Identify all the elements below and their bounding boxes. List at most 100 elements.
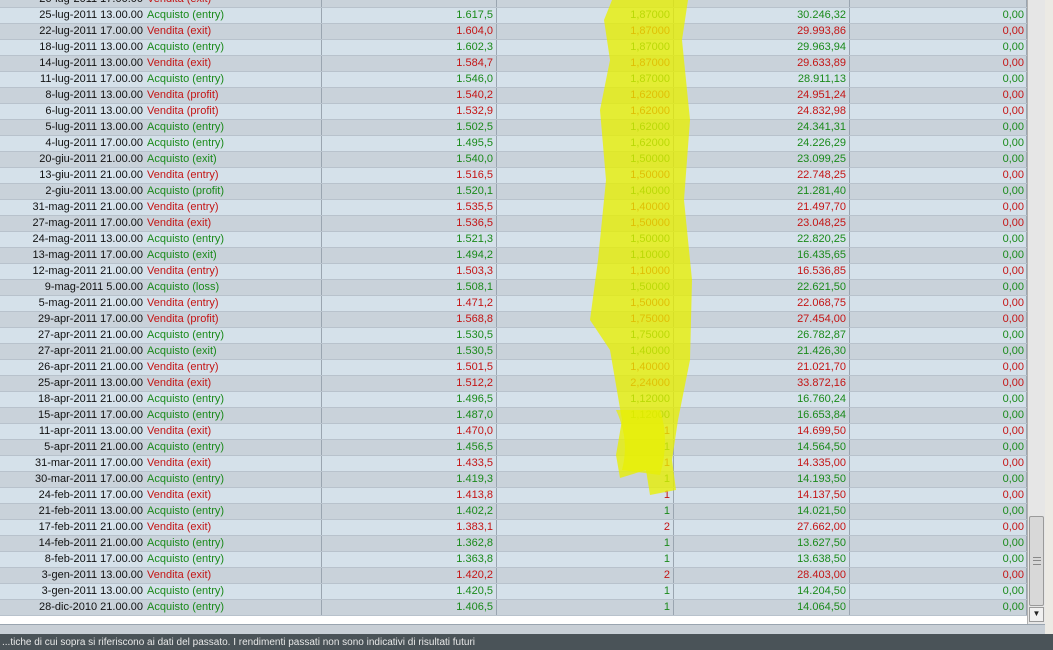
table-row[interactable]: 4-lug-2011 17.00.00 Acquisto (entry) 1.495… [0,136,1027,152]
table-row[interactable]: 31-mag-2011 21.00.00 Vendita (entry) 1.535… [0,200,1027,216]
cell-value: 33.872,16 [674,376,850,391]
table-row[interactable]: 29-apr-2011 17.00.00 Vendita (profit) 1.56… [0,312,1027,328]
table-row[interactable]: 24-mag-2011 13.00.00 Acquisto (entry) 1.52… [0,232,1027,248]
cell-date: 27-mag-2011 17.00.00 [32,217,144,229]
scrollbar-thumb[interactable] [1029,516,1044,606]
table-row[interactable]: 3-gen-2011 13.00.00 Acquisto (entry) 1.420… [0,584,1027,600]
cell-operation: Acquisto (entry) [147,392,322,407]
cell-operation: Acquisto (entry) [147,440,322,455]
cell-price: 1.495,5 [322,136,497,151]
table-row[interactable]: 27-apr-2011 21.00.00 Acquisto (exit) 1.530… [0,344,1027,360]
cell-profit-loss: 0,00 [850,72,1027,87]
scroll-down-button[interactable]: ▼ [1029,607,1044,622]
cell-price: 1.406,5 [322,600,497,615]
cell-date: 31-mag-2011 21.00.00 [32,201,144,213]
table-row[interactable]: 9-mag-2011 5.00.00 Acquisto (loss) 1.508,1… [0,280,1027,296]
table-row[interactable]: 25-lug-2011 13.00.00 Acquisto (entry) 1.61… [0,8,1027,24]
table-row[interactable]: 5-apr-2011 21.00.00 Acquisto (entry) 1.456… [0,440,1027,456]
cell-price: 1.521,3 [322,232,497,247]
cell-value: 22.068,75 [674,296,850,311]
cell-quantity: 1 [497,584,674,599]
table-row[interactable]: 2-giu-2011 13.00.00 Acquisto (profit) 1.52… [0,184,1027,200]
cell-profit-loss: 0,00 [850,8,1027,23]
cell-value: 14.699,50 [674,424,850,439]
table-row[interactable]: 8-feb-2011 17.00.00 Acquisto (entry) 1.363… [0,552,1027,568]
cell-quantity: 1,87000 [497,40,674,55]
table-row[interactable]: 14-feb-2011 21.00.00 Acquisto (entry) 1.36… [0,536,1027,552]
cell-quantity: 1 [497,472,674,487]
cell-date: 6-lug-2011 13.00.00 [45,105,143,117]
table-row[interactable]: 18-apr-2011 21.00.00 Acquisto (entry) 1.49… [0,392,1027,408]
cell-date: 26-lug-2011 17.00.00 [0,0,145,7]
table-row[interactable]: 3-gen-2011 13.00.00 Vendita (exit) 1.420,2… [0,568,1027,584]
table-row[interactable]: 14-lug-2011 13.00.00 Vendita (exit) 1.584,… [0,56,1027,72]
cell-profit-loss: 0,00 [850,392,1027,407]
cell-date: 8-lug-2011 13.00.00 [45,89,143,101]
cell-quantity: 1,50000 [497,280,674,295]
cell-date: 8-feb-2011 17.00.00 [44,553,143,565]
cell-quantity: 1,10000 [497,248,674,263]
cell-profit-loss: 0,00 [850,536,1027,551]
table-row[interactable]: 5-mag-2011 21.00.00 Vendita (entry) 1.471,… [0,296,1027,312]
cell-profit-loss: 0,00 [850,376,1027,391]
cell-operation: Vendita (exit) [147,24,322,39]
table-row[interactable]: 18-lug-2011 13.00.00 Acquisto (entry) 1.60… [0,40,1027,56]
table-row[interactable]: 5-lug-2011 13.00.00 Acquisto (entry) 1.502… [0,120,1027,136]
table-row[interactable]: 26-apr-2011 21.00.00 Vendita (entry) 1.501… [0,360,1027,376]
cell-value: 24.341,31 [674,120,850,135]
table-row[interactable]: 17-feb-2011 21.00.00 Vendita (exit) 1.383,… [0,520,1027,536]
cell-operation: Vendita (entry) [147,296,322,311]
cell-operation: Vendita (exit) [147,216,322,231]
cell-profit-loss: 0,00 [850,120,1027,135]
table-row[interactable]: 27-apr-2011 21.00.00 Acquisto (entry) 1.53… [0,328,1027,344]
table-row[interactable]: 13-giu-2011 21.00.00 Vendita (entry) 1.516… [0,168,1027,184]
cell-price: 1.363,8 [322,552,497,567]
cell-date: 5-lug-2011 13.00.00 [45,121,143,133]
table-row[interactable]: 24-feb-2011 17.00.00 Vendita (exit) 1.413,… [0,488,1027,504]
cell-value: 29.993,86 [674,24,850,39]
grip-icon [1033,557,1041,565]
cell-operation: Acquisto (entry) [147,328,322,343]
cell-operation: Acquisto (exit) [147,248,322,263]
cell-profit-loss: 0,00 [850,520,1027,535]
table-row[interactable]: 8-lug-2011 13.00.00 Vendita (profit) 1.540… [0,88,1027,104]
cell-value: 29.963,94 [674,40,850,55]
table-row[interactable]: 13-mag-2011 17.00.00 Acquisto (exit) 1.494… [0,248,1027,264]
cell-price: 1.532,9 [322,104,497,119]
cell-date: 13-mag-2011 17.00.00 [32,249,144,261]
table-row[interactable]: 11-lug-2011 17.00.00 Acquisto (entry) 1.54… [0,72,1027,88]
cell-date: 26-apr-2011 21.00.00 [38,361,143,373]
table-row[interactable]: 28-dic-2010 21.00.00 Acquisto (entry) 1.40… [0,600,1027,616]
cell-profit-loss: 0,00 [850,56,1027,71]
cell-operation: Acquisto (profit) [147,184,322,199]
cell-value: 24.951,24 [674,88,850,103]
cell-quantity: 1,62000 [497,136,674,151]
cell-operation: Acquisto (loss) [147,280,322,295]
table-row[interactable]: 12-mag-2011 21.00.00 Vendita (entry) 1.503… [0,264,1027,280]
table-row-partial[interactable]: 26-lug-2011 17.00.00Vendita (exit) [0,0,1027,8]
vertical-scrollbar[interactable]: ▼ [1027,0,1045,624]
cell-value: 27.662,00 [674,520,850,535]
cell-date: 25-apr-2011 13.00.00 [38,377,143,389]
cell-quantity: 1,50000 [497,296,674,311]
table-row[interactable]: 27-mag-2011 17.00.00 Vendita (exit) 1.536,… [0,216,1027,232]
table-row[interactable]: 25-apr-2011 13.00.00 Vendita (exit) 1.512,… [0,376,1027,392]
cell-empty [497,0,674,7]
table-row[interactable]: 21-feb-2011 13.00.00 Acquisto (entry) 1.40… [0,504,1027,520]
table-row[interactable]: 31-mar-2011 17.00.00 Vendita (exit) 1.433,… [0,456,1027,472]
cell-price: 1.470,0 [322,424,497,439]
cell-value: 23.048,25 [674,216,850,231]
table-row[interactable]: 6-lug-2011 13.00.00 Vendita (profit) 1.532… [0,104,1027,120]
table-row[interactable]: 11-apr-2011 13.00.00 Vendita (exit) 1.470,… [0,424,1027,440]
cell-operation: Vendita (exit) [147,376,322,391]
cell-profit-loss: 0,00 [850,136,1027,151]
table-row[interactable]: 20-giu-2011 21.00.00 Acquisto (exit) 1.540… [0,152,1027,168]
table-row[interactable]: 22-lug-2011 17.00.00 Vendita (exit) 1.604,… [0,24,1027,40]
cell-price: 1.530,5 [322,344,497,359]
table-row[interactable]: 30-mar-2011 17.00.00 Acquisto (entry) 1.41… [0,472,1027,488]
cell-price: 1.508,1 [322,280,497,295]
cell-value: 14.064,50 [674,600,850,615]
cell-operation: Vendita (entry) [147,168,322,183]
table-row[interactable]: 15-apr-2011 17.00.00 Acquisto (entry) 1.48… [0,408,1027,424]
cell-price: 1.516,5 [322,168,497,183]
